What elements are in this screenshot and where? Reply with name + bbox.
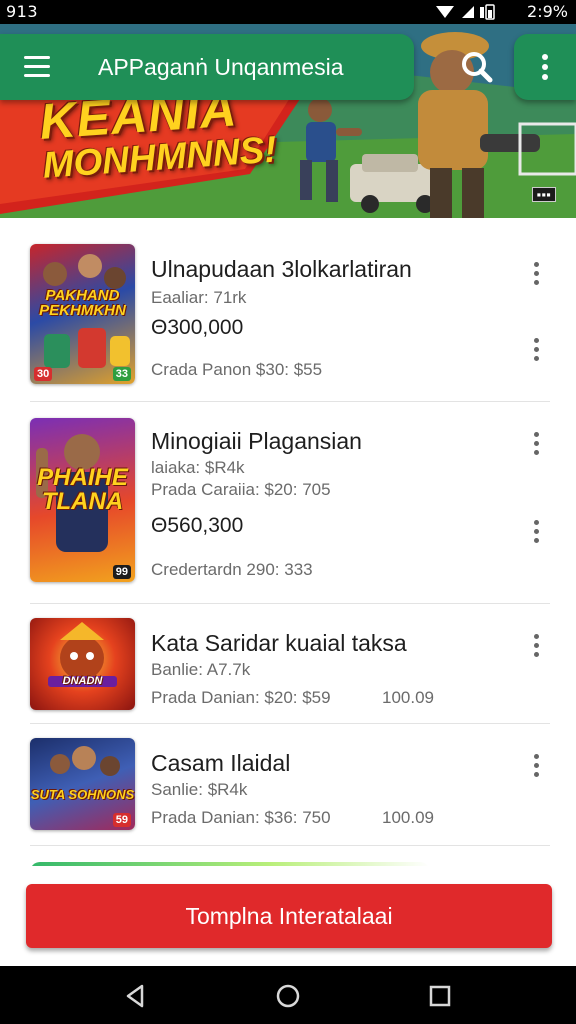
rating-badge: ▪▪▪ [531, 187, 556, 202]
thumbnail-title: PHAIHE TLANA [37, 464, 128, 515]
primary-action-button[interactable]: Tomplna Interatalaai [26, 884, 552, 948]
game-meta: Sanlie: $R4k [151, 780, 248, 799]
item-more-button[interactable] [526, 338, 546, 368]
thumbnail-title: PAKHAND PEKHMKHN [39, 287, 126, 319]
home-button[interactable] [266, 978, 310, 1014]
thumbnail-badge-right: 33 [112, 367, 131, 381]
thumbnail-badge-right: 59 [112, 813, 131, 827]
thumbnail-badge-left: 30 [34, 367, 53, 381]
thumbnail-art [60, 622, 104, 680]
status-time: 2:9% [527, 2, 568, 21]
game-details: Prada Danian: $20: $59 [151, 688, 521, 708]
menu-icon-bar [24, 74, 50, 77]
thumbnail-title: DNADN [48, 676, 117, 687]
game-thumbnail[interactable]: PAKHAND PEKHMKHN 30 33 [30, 244, 135, 384]
menu-icon [24, 56, 50, 59]
signal-battery-icon [436, 4, 495, 20]
menu-icon-bar [24, 65, 50, 68]
back-button[interactable] [114, 978, 158, 1014]
home-icon [276, 984, 300, 1008]
app-title: APPaganṅ Unqanmesia [98, 54, 344, 80]
list-item[interactable]: PHAIHE TLANA 99 Minogiaii Plagansian lai… [0, 402, 576, 604]
game-details: Crada Panon $30: $55 [151, 360, 323, 379]
item-more-button[interactable] [526, 262, 546, 292]
game-meta-secondary: Prada Caraiia: $20: 705 [151, 480, 331, 499]
more-vert-icon [542, 54, 548, 80]
recents-button[interactable] [418, 978, 462, 1014]
game-price: Θ560,300 [151, 514, 244, 537]
navigation-bar [0, 966, 576, 1024]
game-meta: Eaaliar: 71rk [151, 288, 247, 307]
game-details: Prada Danian: $36: 750 [151, 808, 331, 827]
game-meta: Banlie: A7.7k [151, 660, 251, 679]
thumbnail-title: SUTA SOHNONS [30, 787, 135, 802]
list-item[interactable]: SUTA SOHNONS 59 Casam Ilaidal Sanlie: $R… [0, 724, 576, 846]
search-button[interactable] [452, 44, 504, 92]
game-details: Credertardn 290: 333 [151, 560, 313, 579]
back-icon [126, 984, 144, 1008]
game-thumbnail[interactable]: PHAIHE TLANA 99 [30, 418, 135, 582]
item-more-button[interactable] [526, 754, 546, 784]
game-extra-value: 100.09 [382, 808, 434, 827]
game-list: PAKHAND PEKHMKHN 30 33 Ulnapudaan 3lolka… [0, 218, 576, 868]
search-icon [462, 52, 493, 83]
divider [30, 845, 550, 846]
item-more-button[interactable] [526, 520, 546, 550]
status-bar: 913 2:9% [0, 0, 576, 24]
game-price: Θ300,000 [151, 316, 244, 339]
game-thumbnail[interactable]: SUTA SOHNONS 59 [30, 738, 135, 830]
recents-icon [429, 985, 451, 1007]
menu-button[interactable] [18, 52, 58, 82]
game-title[interactable]: Casam Ilaidal [151, 750, 290, 777]
game-thumbnail[interactable]: DNADN [30, 618, 135, 710]
app-bar: APPaganṅ Unqanmesia [0, 34, 414, 100]
game-extra-value: 100.09 [382, 688, 434, 707]
game-title[interactable]: Minogiaii Plagansian [151, 428, 362, 455]
thumbnail-badge-right: 99 [112, 565, 131, 579]
item-more-button[interactable] [526, 432, 546, 462]
overflow-menu-button[interactable] [514, 34, 576, 100]
game-meta: laiaka: $R4k [151, 458, 245, 477]
list-item[interactable]: DNADN Kata Saridar kuaial taksa Banlie: … [0, 604, 576, 724]
game-title[interactable]: Kata Saridar kuaial taksa [151, 630, 407, 657]
game-title[interactable]: Ulnapudaan 3lolkarlatiran [151, 256, 412, 283]
status-time-left: 913 [6, 2, 39, 21]
item-more-button[interactable] [526, 634, 546, 664]
list-item[interactable]: PAKHAND PEKHMKHN 30 33 Ulnapudaan 3lolka… [0, 218, 576, 402]
game-details-text: Prada Danian: $20: $59 [151, 688, 331, 707]
